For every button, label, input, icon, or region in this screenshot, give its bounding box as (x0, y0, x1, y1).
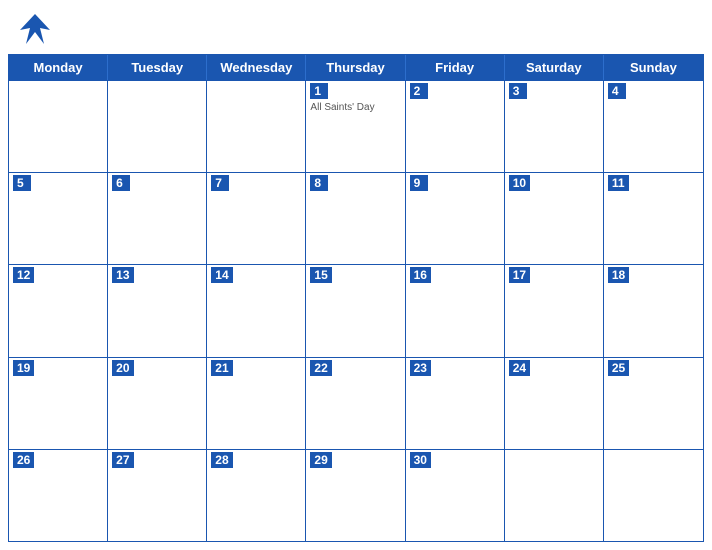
calendar-body: 1All Saints' Day234567891011121314151617… (9, 80, 703, 541)
calendar-cell: 9 (406, 173, 505, 264)
cell-date-number: 2 (410, 83, 428, 99)
calendar-cell: 28 (207, 450, 306, 541)
cell-date-number: 17 (509, 267, 530, 283)
cell-date-number: 5 (13, 175, 31, 191)
cell-date-number: 4 (608, 83, 626, 99)
calendar-header: MondayTuesdayWednesdayThursdayFridaySatu… (9, 55, 703, 80)
calendar-cell: 2 (406, 81, 505, 172)
calendar-cell: 21 (207, 358, 306, 449)
calendar-cell: 17 (505, 265, 604, 356)
calendar-cell: 4 (604, 81, 703, 172)
calendar-cell: 20 (108, 358, 207, 449)
calendar-cell: 29 (306, 450, 405, 541)
day-header-saturday: Saturday (505, 55, 604, 80)
day-header-friday: Friday (406, 55, 505, 80)
calendar-cell: 18 (604, 265, 703, 356)
calendar-cell: 23 (406, 358, 505, 449)
calendar-cell (207, 81, 306, 172)
cell-date-number: 26 (13, 452, 34, 468)
cell-date-number: 7 (211, 175, 229, 191)
calendar-cell (108, 81, 207, 172)
calendar-cell: 19 (9, 358, 108, 449)
day-header-sunday: Sunday (604, 55, 703, 80)
calendar-cell: 16 (406, 265, 505, 356)
calendar-cell: 12 (9, 265, 108, 356)
day-header-thursday: Thursday (306, 55, 405, 80)
cell-date-number: 20 (112, 360, 133, 376)
cell-date-number: 28 (211, 452, 232, 468)
calendar-page: MondayTuesdayWednesdayThursdayFridaySatu… (0, 0, 712, 550)
calendar-week-1: 1 All Saints' Day 2 3 4 (9, 80, 703, 172)
calendar-cell: 30 (406, 450, 505, 541)
cell-date-number: 3 (509, 83, 527, 99)
cell-date-number: 18 (608, 267, 629, 283)
cell-date-number: 6 (112, 175, 130, 191)
cell-date-number: 24 (509, 360, 530, 376)
calendar-cell: 7 (207, 173, 306, 264)
cell-date-number: 27 (112, 452, 133, 468)
cell-date-number: 16 (410, 267, 431, 283)
day-header-monday: Monday (9, 55, 108, 80)
cell-date-number: 29 (310, 452, 331, 468)
calendar-cell: 3 (505, 81, 604, 172)
calendar-cell: 26 (9, 450, 108, 541)
cell-date-number: 12 (13, 267, 34, 283)
calendar: MondayTuesdayWednesdayThursdayFridaySatu… (8, 54, 704, 542)
cell-date-number: 23 (410, 360, 431, 376)
cell-date-number: 14 (211, 267, 232, 283)
calendar-cell: 11 (604, 173, 703, 264)
calendar-cell (9, 81, 108, 172)
cell-date-number: 19 (13, 360, 34, 376)
calendar-cell: 15 (306, 265, 405, 356)
calendar-week-4: 19 20 21 22 23 24 25 (9, 357, 703, 449)
cell-date-number: 30 (410, 452, 431, 468)
calendar-cell (505, 450, 604, 541)
calendar-cell: 13 (108, 265, 207, 356)
calendar-cell: 10 (505, 173, 604, 264)
calendar-cell: 6 (108, 173, 207, 264)
calendar-cell: 1 All Saints' Day (306, 81, 405, 172)
calendar-cell: 5 (9, 173, 108, 264)
cell-date-number: 1 (310, 83, 328, 99)
calendar-week-5: 26 27 28 29 30 (9, 449, 703, 541)
cell-date-number: 10 (509, 175, 530, 191)
calendar-cell: 25 (604, 358, 703, 449)
cell-date-number: 11 (608, 175, 629, 191)
calendar-week-2: 5 6 7 8 9 10 11 (9, 172, 703, 264)
calendar-cell: 27 (108, 450, 207, 541)
calendar-cell (604, 450, 703, 541)
calendar-cell: 14 (207, 265, 306, 356)
calendar-cell: 24 (505, 358, 604, 449)
cell-date-number: 21 (211, 360, 232, 376)
logo-icon (16, 10, 54, 48)
day-header-wednesday: Wednesday (207, 55, 306, 80)
cell-date-number: 13 (112, 267, 133, 283)
calendar-cell: 8 (306, 173, 405, 264)
header (0, 0, 712, 54)
cell-date-number: 8 (310, 175, 328, 191)
cell-date-number: 15 (310, 267, 331, 283)
calendar-week-3: 12 13 14 15 16 17 18 (9, 264, 703, 356)
cell-event: All Saints' Day (310, 102, 400, 113)
cell-date-number: 25 (608, 360, 629, 376)
logo (16, 10, 58, 48)
day-header-tuesday: Tuesday (108, 55, 207, 80)
cell-date-number: 22 (310, 360, 331, 376)
calendar-cell: 22 (306, 358, 405, 449)
cell-date-number: 9 (410, 175, 428, 191)
